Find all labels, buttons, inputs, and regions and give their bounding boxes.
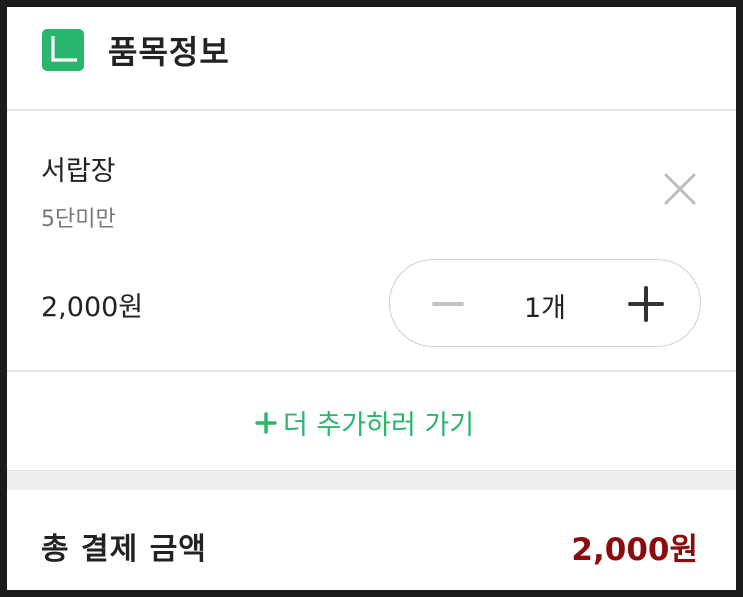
book-icon (42, 29, 84, 71)
item-option: 5단미만 (41, 207, 116, 232)
total-row: 총 결제 금액 2,000원 (7, 490, 736, 590)
section-title: 품목정보 (108, 33, 230, 71)
add-more-content: 더 추가하러 가기 (255, 403, 475, 441)
section-header: 품목정보 (7, 7, 736, 111)
total-label: 총 결제 금액 (41, 532, 207, 567)
cart-item: 서랍장 5단미만 2,000원 1개 (7, 111, 736, 370)
plus-icon[interactable] (626, 284, 666, 324)
quantity-stepper: 1개 (389, 259, 701, 347)
quantity-value: 1개 (523, 293, 567, 324)
plus-icon (255, 411, 277, 434)
total-value: 2,000원 (571, 532, 698, 568)
add-more-label: 더 추가하러 가기 (283, 410, 475, 441)
close-icon[interactable] (662, 171, 698, 207)
item-name: 서랍장 (41, 156, 116, 187)
add-more-button[interactable]: 더 추가하러 가기 (7, 372, 736, 470)
order-panel: 품목정보 서랍장 5단미만 2,000원 1개 더 추가하러 가기 총 결제 금… (7, 7, 736, 590)
section-gap (7, 470, 736, 490)
item-price: 2,000원 (41, 292, 144, 323)
minus-icon[interactable] (428, 284, 468, 324)
